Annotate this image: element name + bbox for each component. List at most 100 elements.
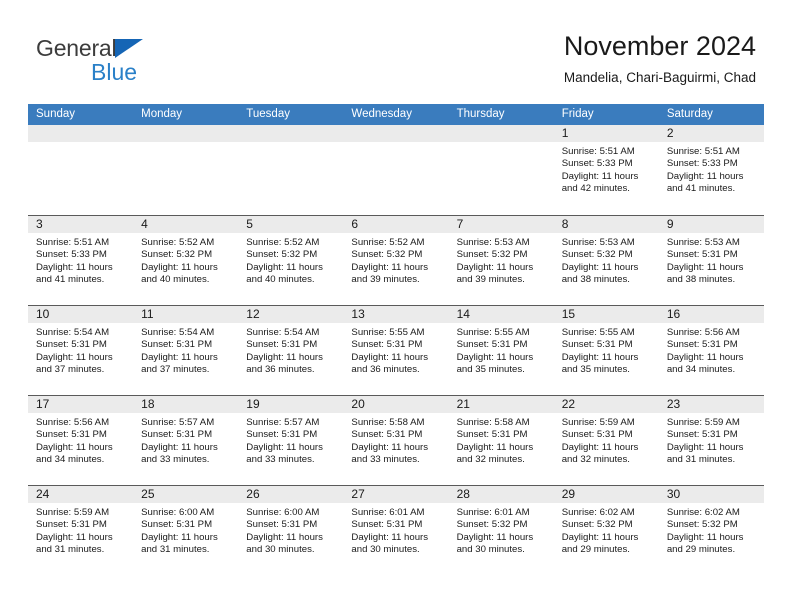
sunrise-text: Sunrise: 5:57 AM	[141, 417, 215, 428]
daylight-text-line1: Daylight: 11 hours	[561, 351, 639, 363]
day-cell-12[interactable]: 12 Sunrise: 5:54 AM Sunset: 5:31 PM Dayligh…	[238, 306, 344, 395]
daylight-text-line2: and 38 minutes.	[666, 273, 736, 285]
logo-text-general: General	[36, 35, 117, 61]
daylight-text-line2: and 37 minutes.	[36, 363, 105, 375]
day-number: 30	[658, 486, 764, 503]
daylight-text-line1: Daylight: 11 hours	[36, 441, 113, 453]
daylight-text-line1: Daylight: 11 hours	[36, 351, 113, 363]
day-cell-16[interactable]: 16 Sunrise: 5:56 AM Sunset: 5:31 PM Dayligh…	[658, 306, 764, 395]
day-cell-19[interactable]: 19 Sunrise: 5:57 AM Sunset: 5:31 PM Dayligh…	[238, 396, 344, 485]
day-cell-24[interactable]: 24 Sunrise: 5:59 AM Sunset: 5:31 PM Dayligh…	[28, 486, 134, 575]
daylight-text-line2: and 35 minutes.	[561, 363, 630, 375]
day-cell-20[interactable]: 20 Sunrise: 5:58 AM Sunset: 5:31 PM Dayligh…	[343, 396, 449, 485]
daylight-text-line1: Daylight: 11 hours	[246, 441, 323, 453]
daylight-text-line1: Daylight: 11 hours	[666, 351, 744, 363]
daylight-text-line2: and 35 minutes.	[456, 363, 525, 375]
day-cell-10[interactable]: 10 Sunrise: 5:54 AM Sunset: 5:31 PM Dayligh…	[28, 306, 134, 395]
day-cell-21[interactable]: 21 Sunrise: 5:58 AM Sunset: 5:31 PM Dayligh…	[448, 396, 554, 485]
day-number: 2	[658, 125, 764, 142]
day-cell-1[interactable]: 1 Sunrise: 5:51 AM Sunset: 5:33 PM Daylight…	[553, 125, 659, 215]
day-cell-18[interactable]: 18 Sunrise: 5:57 AM Sunset: 5:31 PM Dayligh…	[133, 396, 239, 485]
day-sun-info: Sunrise: 5:54 AM Sunset: 5:31 PM Daylight:…	[238, 323, 343, 376]
day-cell-11[interactable]: 11 Sunrise: 5:54 AM Sunset: 5:31 PM Dayligh…	[133, 306, 239, 395]
sunrise-text: Sunrise: 5:53 AM	[561, 237, 635, 248]
sunrise-text: Sunrise: 5:51 AM	[36, 237, 110, 248]
day-cell-4[interactable]: 4 Sunrise: 5:52 AM Sunset: 5:32 PM Daylight…	[133, 216, 239, 305]
day-number: 12	[238, 306, 344, 323]
day-number	[28, 125, 134, 142]
sunset-text: Sunset: 5:31 PM	[351, 429, 423, 441]
day-cell-14[interactable]: 14 Sunrise: 5:55 AM Sunset: 5:31 PM Dayligh…	[448, 306, 554, 395]
daylight-text-line1: Daylight: 11 hours	[351, 441, 429, 453]
daylight-text-line2: and 39 minutes.	[456, 273, 525, 285]
daylight-text-line1: Daylight: 11 hours	[666, 170, 744, 182]
sunset-text: Sunset: 5:31 PM	[666, 249, 738, 261]
day-cell-30[interactable]: 30 Sunrise: 6:02 AM Sunset: 5:32 PM Dayligh…	[658, 486, 764, 575]
day-cell-17[interactable]: 17 Sunrise: 5:56 AM Sunset: 5:31 PM Dayligh…	[28, 396, 134, 485]
daylight-text-line1: Daylight: 11 hours	[456, 441, 534, 453]
general-blue-logo[interactable]: General Blue	[36, 36, 266, 86]
daylight-text-line2: and 41 minutes.	[666, 182, 736, 194]
day-sun-info: Sunrise: 5:57 AM Sunset: 5:31 PM Daylight:…	[238, 413, 343, 466]
day-number: 11	[133, 306, 239, 323]
daylight-text-line2: and 31 minutes.	[36, 543, 105, 555]
daylight-text-line1: Daylight: 11 hours	[456, 351, 534, 363]
sunset-text: Sunset: 5:31 PM	[561, 429, 633, 441]
daylight-text-line2: and 36 minutes.	[351, 363, 420, 375]
day-number: 4	[133, 216, 239, 233]
day-sun-info: Sunrise: 5:52 AM Sunset: 5:32 PM Daylight:…	[133, 233, 238, 286]
day-cell-22[interactable]: 22 Sunrise: 5:59 AM Sunset: 5:31 PM Dayligh…	[553, 396, 659, 485]
day-cell-26[interactable]: 26 Sunrise: 6:00 AM Sunset: 5:31 PM Dayligh…	[238, 486, 344, 575]
day-sun-info: Sunrise: 5:52 AM Sunset: 5:32 PM Daylight:…	[343, 233, 448, 286]
day-number: 8	[553, 216, 659, 233]
sunset-text: Sunset: 5:31 PM	[561, 339, 633, 351]
daylight-text-line2: and 31 minutes.	[141, 543, 210, 555]
day-cell-13[interactable]: 13 Sunrise: 5:55 AM Sunset: 5:31 PM Dayligh…	[343, 306, 449, 395]
sunset-text: Sunset: 5:31 PM	[666, 339, 738, 351]
day-cell-7[interactable]: 7 Sunrise: 5:53 AM Sunset: 5:32 PM Daylight…	[448, 216, 554, 305]
day-sun-info: Sunrise: 6:01 AM Sunset: 5:31 PM Daylight:…	[343, 503, 448, 556]
day-sun-info: Sunrise: 6:00 AM Sunset: 5:31 PM Daylight:…	[133, 503, 238, 556]
calendar-weeks: 1 Sunrise: 5:51 AM Sunset: 5:33 PM Daylight…	[28, 125, 764, 575]
day-cell-6[interactable]: 6 Sunrise: 5:52 AM Sunset: 5:32 PM Daylight…	[343, 216, 449, 305]
weekday-header-thursday: Thursday	[456, 108, 505, 120]
calendar-week-row: 10 Sunrise: 5:54 AM Sunset: 5:31 PM Dayligh…	[28, 305, 764, 395]
daylight-text-line2: and 42 minutes.	[561, 182, 630, 194]
day-number: 1	[553, 125, 659, 142]
day-cell-5[interactable]: 5 Sunrise: 5:52 AM Sunset: 5:32 PM Daylight…	[238, 216, 344, 305]
day-cell-9[interactable]: 9 Sunrise: 5:53 AM Sunset: 5:31 PM Daylight…	[658, 216, 764, 305]
sunset-text: Sunset: 5:33 PM	[666, 158, 738, 170]
day-cell-27[interactable]: 27 Sunrise: 6:01 AM Sunset: 5:31 PM Dayligh…	[343, 486, 449, 575]
day-cell-8[interactable]: 8 Sunrise: 5:53 AM Sunset: 5:32 PM Daylight…	[553, 216, 659, 305]
daylight-text-line2: and 39 minutes.	[351, 273, 420, 285]
day-number	[343, 125, 449, 142]
day-sun-info: Sunrise: 5:53 AM Sunset: 5:32 PM Daylight:…	[554, 233, 659, 286]
sunset-text: Sunset: 5:33 PM	[36, 249, 107, 261]
daylight-text-line1: Daylight: 11 hours	[36, 531, 113, 543]
day-number: 13	[343, 306, 449, 323]
day-sun-info: Sunrise: 6:02 AM Sunset: 5:32 PM Daylight:…	[659, 503, 764, 556]
day-number: 20	[343, 396, 449, 413]
day-cell-empty	[238, 125, 344, 215]
day-cell-15[interactable]: 15 Sunrise: 5:55 AM Sunset: 5:31 PM Dayligh…	[553, 306, 659, 395]
sunrise-text: Sunrise: 5:52 AM	[351, 237, 425, 248]
day-cell-25[interactable]: 25 Sunrise: 6:00 AM Sunset: 5:31 PM Dayligh…	[133, 486, 239, 575]
sunset-text: Sunset: 5:32 PM	[456, 519, 528, 531]
daylight-text-line2: and 29 minutes.	[561, 543, 630, 555]
calendar-page: General Blue November 2024 Mandelia, Cha…	[0, 0, 792, 612]
day-cell-2[interactable]: 2 Sunrise: 5:51 AM Sunset: 5:33 PM Daylight…	[658, 125, 764, 215]
daylight-text-line2: and 33 minutes.	[246, 453, 315, 465]
title-block: November 2024 Mandelia, Chari-Baguirmi, …	[564, 30, 756, 88]
day-cell-29[interactable]: 29 Sunrise: 6:02 AM Sunset: 5:32 PM Dayligh…	[553, 486, 659, 575]
day-cell-28[interactable]: 28 Sunrise: 6:01 AM Sunset: 5:32 PM Dayligh…	[448, 486, 554, 575]
day-cell-23[interactable]: 23 Sunrise: 5:59 AM Sunset: 5:31 PM Dayligh…	[658, 396, 764, 485]
day-number: 23	[658, 396, 764, 413]
daylight-text-line1: Daylight: 11 hours	[36, 261, 113, 273]
sunrise-text: Sunrise: 5:53 AM	[456, 237, 530, 248]
sunrise-text: Sunrise: 5:52 AM	[141, 237, 215, 248]
daylight-text-line1: Daylight: 11 hours	[351, 261, 429, 273]
daylight-text-line1: Daylight: 11 hours	[456, 261, 534, 273]
sunset-text: Sunset: 5:32 PM	[246, 249, 318, 261]
day-cell-3[interactable]: 3 Sunrise: 5:51 AM Sunset: 5:33 PM Daylight…	[28, 216, 134, 305]
day-number: 3	[28, 216, 134, 233]
